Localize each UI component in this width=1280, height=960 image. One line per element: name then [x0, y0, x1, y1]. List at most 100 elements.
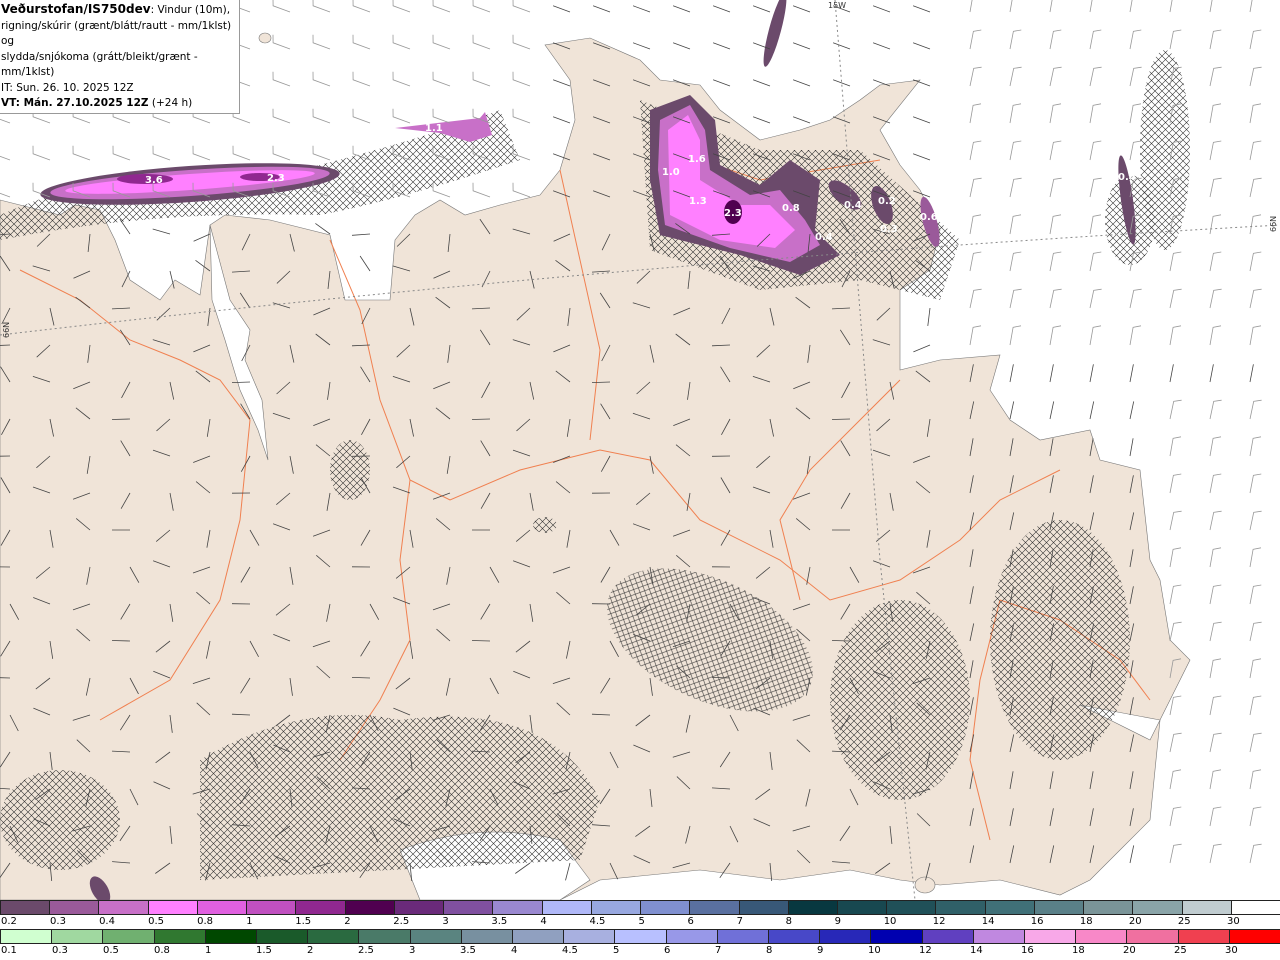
precip-value: 2.3	[724, 208, 742, 219]
wind-barb	[472, 419, 490, 420]
colorbar-swatch	[205, 929, 257, 944]
colorbar-label: 0.5	[103, 945, 119, 956]
colorbar-label: 12	[919, 945, 932, 956]
colorbar-swatch	[358, 929, 410, 944]
colorbar-swatch	[197, 900, 247, 915]
colorbar-swatch	[563, 929, 615, 944]
colorbar-swatch	[689, 900, 739, 915]
colorbar-label: 0.4	[99, 916, 115, 927]
colorbar-label: 10	[884, 916, 897, 927]
colorbar-swatch	[148, 900, 198, 915]
colorbar-label: 25	[1174, 945, 1187, 956]
colorbar-swatch	[307, 929, 359, 944]
longitude-label: 15W	[828, 1, 846, 10]
colorbar-swatch	[886, 900, 936, 915]
colorbar-swatch	[717, 929, 769, 944]
colorbar-label: 4	[511, 945, 517, 956]
colorbar-swatch	[1126, 929, 1178, 944]
precip-value: 0.8	[782, 203, 800, 214]
colorbar-label: 0.8	[197, 916, 213, 927]
legend-rain: rigning/skúrir (grænt/blátt/rautt - mm/1…	[1, 19, 236, 50]
colorbar-label: 0.5	[148, 916, 164, 927]
legend-snow: slydda/snjókoma (grátt/bleikt/grænt - mm…	[1, 50, 236, 81]
wind-barb	[112, 419, 130, 420]
precip-value: 1.0	[662, 167, 680, 178]
colorbar-swatch	[837, 900, 887, 915]
colorbar-label: 7	[737, 916, 743, 927]
colorbar-label: 3	[442, 916, 448, 927]
colorbar-swatch	[614, 929, 666, 944]
colorbar-label: 0.2	[1, 916, 17, 927]
precip-value: 1.6	[688, 154, 706, 165]
colorbar-swatch	[512, 929, 564, 944]
colorbar-swatch	[985, 900, 1035, 915]
island	[915, 877, 935, 893]
colorbar-label: 10	[868, 945, 881, 956]
colorbar-label: 20	[1129, 916, 1142, 927]
colorbar-label: 9	[835, 916, 841, 927]
colorbar-swatch	[819, 929, 871, 944]
colorbar-swatch	[102, 929, 154, 944]
latitude-label: 66N	[1269, 216, 1278, 232]
colorbar-label: 8	[766, 945, 772, 956]
precip-value: 0.4	[844, 200, 862, 211]
colorbar-swatch	[1083, 900, 1133, 915]
colorbar-swatch	[49, 900, 99, 915]
precip-value: 2.3	[267, 173, 285, 184]
colorbar-label: 20	[1123, 945, 1136, 956]
colorbar-label: 3.5	[491, 916, 507, 927]
colorbar-label: 18	[1072, 945, 1085, 956]
colorbar-label: 4.5	[562, 945, 578, 956]
colorbar-label: 1.5	[295, 916, 311, 927]
colorbar-swatch	[443, 900, 493, 915]
precip-value: 1.1	[425, 123, 443, 134]
colorbar-label: 8	[786, 916, 792, 927]
title-line: Veðurstofan/IS750dev: Vindur (10m),	[1, 2, 236, 19]
colorbar-label: 6	[664, 945, 670, 956]
precip-value: 3.6	[145, 175, 163, 186]
colorbar-label: 1.5	[256, 945, 272, 956]
colorbar-swatch	[1034, 900, 1084, 915]
colorbar-swatch	[1132, 900, 1182, 915]
colorbar-label: 4.5	[589, 916, 605, 927]
precip-value: 0.6	[920, 212, 938, 223]
colorbar-swatch	[788, 900, 838, 915]
colorbar-swatch	[154, 929, 206, 944]
colorbar-label: 12	[933, 916, 946, 927]
colorbar-cells	[0, 929, 1280, 944]
colorbar-swatch	[542, 900, 592, 915]
valid-time-line: VT: Mán. 27.10.2025 12Z (+24 h)	[1, 96, 236, 112]
colorbar-label: 25	[1178, 916, 1191, 927]
colorbar-swatch	[922, 929, 974, 944]
colorbar-swatch	[973, 929, 1025, 944]
colorbar-label: 7	[715, 945, 721, 956]
colorbar-label: 3	[409, 945, 415, 956]
colorbar-swatch	[870, 929, 922, 944]
valid-time: VT: Mán. 27.10.2025 12Z	[1, 97, 149, 109]
title-rest: : Vindur (10m),	[151, 4, 231, 16]
colorbar-swatch	[1178, 929, 1230, 944]
colorbar-swatch	[0, 929, 52, 944]
colorbar-label: 2	[307, 945, 313, 956]
colorbar-label: 3.5	[460, 945, 476, 956]
colorbar-swatch	[1182, 900, 1232, 915]
wind-barb	[112, 641, 130, 642]
wind-barb	[472, 641, 490, 642]
precip-value: 0.4	[1118, 172, 1136, 183]
colorbar-label: 0.1	[1, 945, 17, 956]
island	[259, 33, 271, 43]
weather-map[interactable]: 3.6 2.3 1.1 1.6 1.0 1.3 2.3 0.8 0.4 0.4 …	[0, 0, 1280, 900]
lead-time: (+24 h)	[149, 97, 193, 109]
precip-value: 0.4	[815, 232, 833, 243]
latitude-label: 66N	[2, 322, 11, 338]
colorbar-cells	[0, 900, 1280, 915]
colorbar-label: 9	[817, 945, 823, 956]
wind-barb	[832, 419, 850, 420]
colorbar-swatch	[1229, 929, 1280, 944]
colorbar-swatch	[739, 900, 789, 915]
precip-value: 0.2	[878, 196, 896, 207]
colorbar-label: 16	[1031, 916, 1044, 927]
colorbar-swatch	[246, 900, 296, 915]
colorbar-label: 0.8	[154, 945, 170, 956]
colorbar-swatch	[1075, 929, 1127, 944]
